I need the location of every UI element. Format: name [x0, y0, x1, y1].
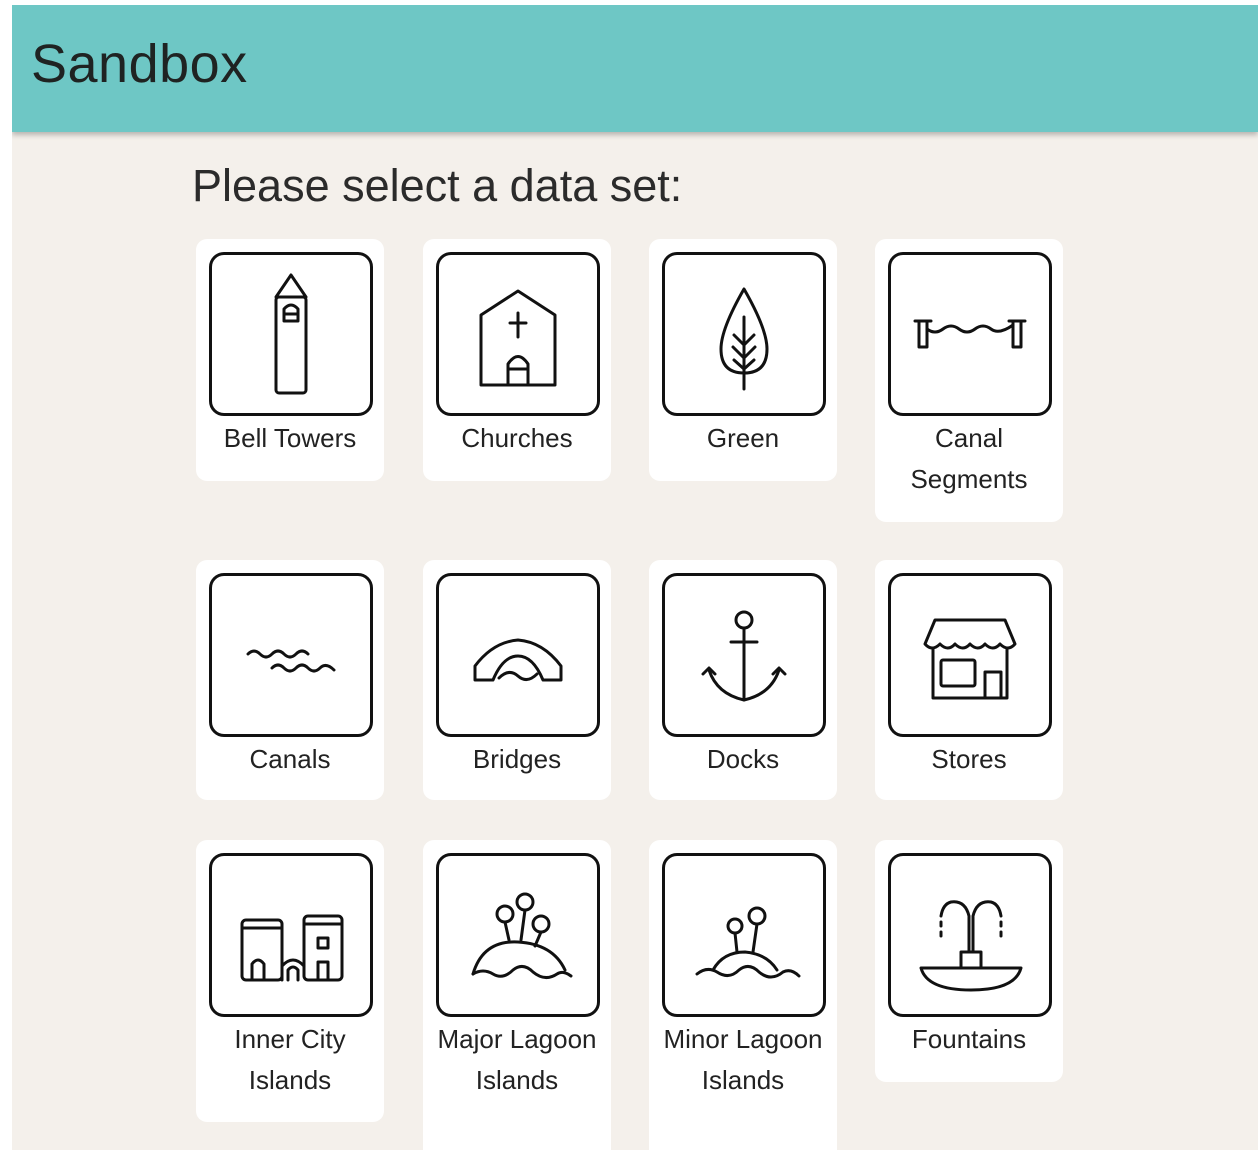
minor-island-icon [695, 906, 801, 979]
dataset-card-minor-lagoon-islands[interactable]: Minor Lagoon Islands [649, 840, 837, 1150]
bell-tower-icon [274, 273, 308, 395]
city-island-icon [240, 914, 344, 982]
store-icon [923, 618, 1017, 700]
dataset-card-inner-city-islands[interactable]: Inner City Islands [196, 840, 384, 1122]
dataset-label: Bell Towers [223, 423, 357, 453]
tree-leaf-icon [719, 287, 769, 391]
dataset-label: Major Lagoon Islands [437, 1024, 597, 1095]
waves-icon [246, 649, 336, 673]
dataset-label: Inner City Islands [234, 1024, 346, 1095]
dataset-card-docks[interactable]: Docks [649, 560, 837, 800]
dataset-label: Stores [931, 744, 1007, 774]
dataset-label: Bridges [472, 744, 562, 774]
dataset-card-green[interactable]: Green [649, 239, 837, 481]
dataset-label: Canal Segments [910, 423, 1028, 494]
dataset-card-canal-segments[interactable]: Canal Segments [875, 239, 1063, 522]
dataset-label: Fountains [911, 1024, 1027, 1054]
dataset-label: Green [706, 423, 780, 453]
bridge-icon [473, 638, 563, 682]
dataset-label: Canals [249, 744, 331, 774]
fountain-icon [919, 900, 1023, 992]
major-island-icon [471, 892, 573, 979]
dataset-card-major-lagoon-islands[interactable]: Major Lagoon Islands [423, 840, 611, 1150]
church-icon [479, 289, 557, 387]
dataset-label: Minor Lagoon Islands [663, 1024, 823, 1095]
dataset-card-bell-towers[interactable]: Bell Towers [196, 239, 384, 481]
dataset-label: Churches [461, 423, 573, 453]
app-title: Sandbox [31, 34, 248, 94]
app-frame: Sandbox Please select a data set: Bell T… [12, 5, 1258, 1150]
dataset-label: Docks [706, 744, 780, 774]
dataset-card-bridges[interactable]: Bridges [423, 560, 611, 800]
dataset-card-churches[interactable]: Churches [423, 239, 611, 481]
anchor-icon [701, 610, 787, 702]
canal-segment-icon [913, 319, 1027, 349]
page-prompt: Please select a data set: [192, 160, 683, 211]
app-header: Sandbox [12, 5, 1258, 132]
dataset-card-fountains[interactable]: Fountains [875, 840, 1063, 1082]
dataset-card-canals[interactable]: Canals [196, 560, 384, 800]
dataset-card-stores[interactable]: Stores [875, 560, 1063, 800]
